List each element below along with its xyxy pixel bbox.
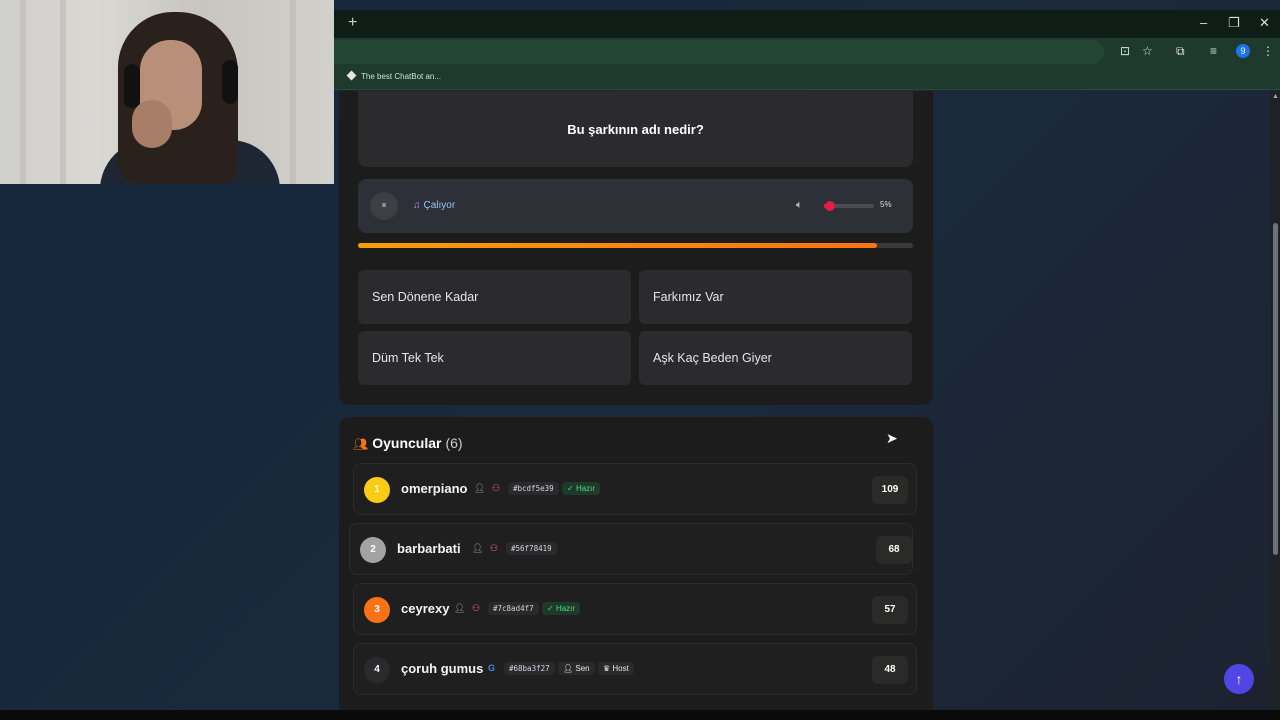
browser-tab-strip: + – ❐ ✕ bbox=[334, 10, 1280, 38]
bookmark-star-icon[interactable]: ☆ bbox=[1142, 44, 1153, 58]
page-viewport: Bu şarkının adı nedir? ⏸ ♫ Çalıyor 🔈︎ 5% … bbox=[334, 91, 1270, 710]
menu-kebab-icon[interactable]: ⋮ bbox=[1262, 44, 1274, 58]
you-badge: 👤︎ Sen bbox=[558, 662, 595, 675]
ready-badge: ✓ Hazır bbox=[542, 602, 581, 615]
answer-option-3[interactable]: Düm Tek Tek bbox=[358, 331, 631, 385]
pause-button[interactable]: ⏸ bbox=[370, 192, 398, 220]
new-tab-button[interactable]: + bbox=[348, 14, 357, 32]
bookmarks-bar: The best ChatBot an... bbox=[334, 66, 1280, 90]
player-score: 57 bbox=[872, 596, 908, 624]
bookmark-item[interactable]: The best ChatBot an... bbox=[346, 70, 442, 81]
player-name: ceyrexy bbox=[401, 601, 450, 616]
remove-user-icon[interactable]: ⚇ bbox=[472, 603, 480, 614]
player-name: barbarbati bbox=[397, 541, 461, 556]
bookmark-label: The best ChatBot an... bbox=[361, 72, 442, 81]
playback-status-label: Çalıyor bbox=[423, 200, 456, 211]
player-id-tag: #68ba3f27 bbox=[504, 662, 555, 675]
player-name: çoruh gumus bbox=[401, 661, 484, 676]
players-header: 👥︎ Oyuncular (6) bbox=[353, 435, 463, 451]
user-icon: 👤︎ bbox=[474, 483, 486, 493]
song-progress-bar bbox=[358, 243, 913, 248]
remove-user-icon[interactable]: ⚇ bbox=[490, 543, 498, 554]
browser-toolbar: ⊡ ☆ ⧉ ≡ 9 ⋮ bbox=[334, 38, 1280, 66]
rank-badge: 4 bbox=[364, 657, 390, 683]
player-id-tag: #56f78419 bbox=[506, 542, 557, 555]
song-progress-fill bbox=[358, 243, 877, 248]
profile-avatar[interactable]: 9 bbox=[1236, 44, 1250, 58]
question-box: Bu şarkının adı nedir? bbox=[358, 91, 913, 167]
ready-badge: ✓ Hazır bbox=[562, 482, 601, 495]
player-score: 68 bbox=[876, 536, 912, 564]
player-row: 2 barbarbati 👤︎ ⚇ #56f78419 68 bbox=[349, 523, 913, 575]
back-to-top-button[interactable]: ↑ bbox=[1224, 664, 1254, 694]
close-button[interactable]: ✕ bbox=[1259, 15, 1270, 31]
player-id-tag: #7c8ad4f7 bbox=[488, 602, 539, 615]
media-controls-icon[interactable]: ≡ bbox=[1210, 44, 1217, 58]
player-id-tag: #bcdf5e39 bbox=[508, 482, 559, 495]
volume-slider[interactable] bbox=[824, 201, 874, 211]
remove-user-icon[interactable]: ⚇ bbox=[492, 483, 500, 494]
mouse-cursor-icon: ➤ bbox=[886, 430, 898, 446]
minimize-button[interactable]: – bbox=[1200, 15, 1207, 30]
player-row: 3 ceyrexy 👤︎ ⚇ #7c8ad4f7 ✓ Hazır 57 bbox=[353, 583, 917, 635]
player-score: 48 bbox=[872, 656, 908, 684]
address-bar[interactable] bbox=[334, 40, 1104, 64]
scroll-up-icon[interactable]: ▲ bbox=[1272, 93, 1279, 100]
bookmark-favicon-icon bbox=[346, 70, 357, 81]
player-score: 109 bbox=[872, 476, 908, 504]
volume-knob[interactable] bbox=[824, 201, 835, 211]
players-title: Oyuncular bbox=[372, 435, 442, 451]
answer-option-4[interactable]: Aşk Kaç Beden Giyer bbox=[639, 331, 912, 385]
host-label: Host bbox=[612, 664, 629, 673]
rank-badge: 3 bbox=[364, 597, 390, 623]
user-icon: 👤︎ bbox=[472, 543, 484, 553]
answer-option-2[interactable]: Farkımız Var bbox=[639, 270, 912, 324]
players-card: 👥︎ Oyuncular (6) 1 omerpiano 👤︎ ⚇ #bcdf5e3… bbox=[339, 417, 933, 710]
player-row: 4 çoruh gumus G #68ba3f27 👤︎ Sen ♛ Host … bbox=[353, 643, 917, 695]
webcam-overlay bbox=[0, 0, 334, 184]
answer-option-1[interactable]: Sen Dönene Kadar bbox=[358, 270, 631, 324]
game-card: Bu şarkının adı nedir? ⏸ ♫ Çalıyor 🔈︎ 5% … bbox=[339, 91, 933, 405]
rank-badge: 1 bbox=[364, 477, 390, 503]
google-icon: G bbox=[488, 663, 496, 673]
player-row: 1 omerpiano 👤︎ ⚇ #bcdf5e39 ✓ Hazır 109 bbox=[353, 463, 917, 515]
user-icon: 👤︎ bbox=[454, 603, 466, 613]
music-note-icon: ♫ bbox=[413, 200, 421, 211]
page-scrollbar[interactable]: ▲ bbox=[1270, 91, 1280, 710]
host-badge: ♛ Host bbox=[598, 662, 634, 675]
ready-label: Hazır bbox=[555, 604, 576, 613]
ready-label: Hazır bbox=[575, 484, 596, 493]
volume-percent: 5% bbox=[880, 200, 892, 209]
rank-badge: 2 bbox=[360, 537, 386, 563]
scrollbar-thumb[interactable] bbox=[1273, 223, 1278, 555]
player-name: omerpiano bbox=[401, 481, 468, 496]
restore-button[interactable]: ❐ bbox=[1228, 15, 1240, 31]
volume-icon[interactable]: 🔈︎ bbox=[796, 199, 803, 212]
you-label: Sen bbox=[575, 664, 590, 673]
players-count: (6) bbox=[445, 435, 463, 451]
question-text: Bu şarkının adı nedir? bbox=[567, 121, 704, 137]
install-app-icon[interactable]: ⊡ bbox=[1120, 44, 1130, 58]
extensions-icon[interactable]: ⧉ bbox=[1176, 44, 1185, 59]
audio-player: ⏸ ♫ Çalıyor 🔈︎ 5% bbox=[358, 179, 913, 233]
bottom-edge bbox=[0, 710, 1280, 720]
users-icon: 👥︎ bbox=[353, 437, 369, 451]
playback-status: ♫ Çalıyor bbox=[413, 200, 455, 211]
